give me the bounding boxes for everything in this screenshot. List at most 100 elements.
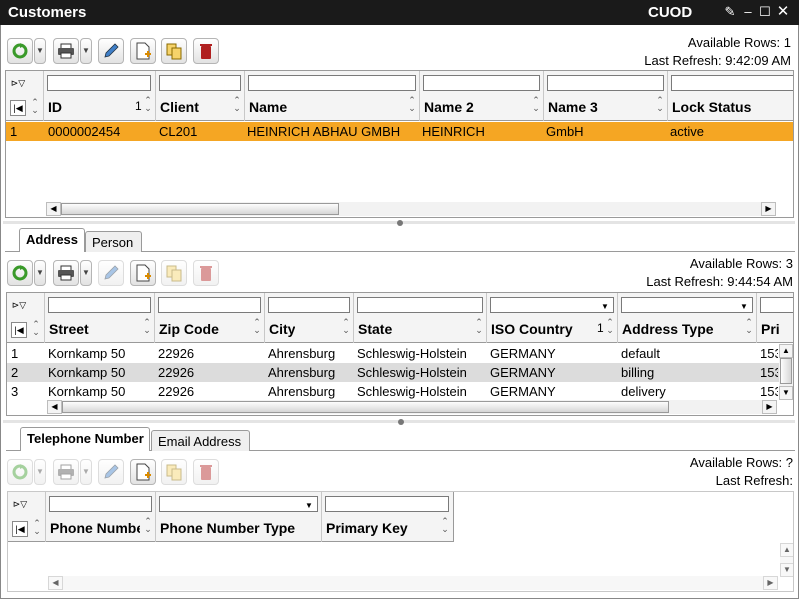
telephone-table: ⊳▽ |◀ ⌃ ⌄ Phone Numbe ⌃ ⌄ ▼ Phone Number Typ…	[7, 491, 794, 592]
filter-primary-key-input[interactable]	[325, 496, 449, 512]
minimize-icon[interactable]: –	[740, 5, 756, 19]
print-dropdown[interactable]: ▼	[80, 459, 92, 485]
refresh-button[interactable]	[7, 260, 33, 286]
table-row[interactable]: 2 Kornkamp 50 22926 Ahrensburg Schleswig…	[7, 363, 779, 382]
scroll-down-icon[interactable]: ▼	[779, 386, 793, 400]
new-button[interactable]	[130, 459, 156, 485]
copy-button[interactable]	[161, 38, 187, 64]
delete-button[interactable]	[193, 38, 219, 64]
sort-arrows-icon[interactable]: ⌃ ⌄	[144, 96, 152, 113]
customers-hscroll[interactable]: ◀ ▶	[46, 202, 776, 216]
edit-button[interactable]	[98, 459, 124, 485]
tab-person[interactable]: Person	[85, 231, 142, 252]
refresh-button[interactable]	[7, 38, 33, 64]
filter-phone-type-select[interactable]	[159, 496, 318, 512]
scroll-left-icon[interactable]: ◀	[48, 576, 63, 590]
new-button[interactable]	[130, 260, 156, 286]
scroll-down-icon[interactable]: ▼	[780, 563, 793, 577]
table-row[interactable]: 1 0000002454 CL201 HEINRICH ABHAU GMBH H…	[6, 122, 793, 141]
filter-icon[interactable]: ⊳▽	[11, 298, 27, 314]
sort-arrows-icon[interactable]: ⌃ ⌄	[33, 519, 41, 536]
scroll-up-icon[interactable]: ▲	[779, 344, 793, 358]
print-dropdown[interactable]: ▼	[80, 260, 92, 286]
header-iso-country: ▼ ISO Country 1 ⌃ ⌄	[487, 293, 618, 343]
tab-email-address[interactable]: Email Address	[151, 430, 250, 451]
filter-state-input[interactable]	[357, 297, 483, 313]
filter-name-input[interactable]	[248, 75, 416, 91]
filter-icon[interactable]: ⊳▽	[10, 76, 26, 92]
scroll-up-icon[interactable]: ▲	[780, 543, 793, 557]
filter-client-input[interactable]	[159, 75, 241, 91]
sort-arrows-icon[interactable]: ⌃ ⌄	[32, 320, 40, 337]
print-button[interactable]	[53, 260, 79, 286]
sort-arrows-icon[interactable]: ⌃ ⌄	[233, 96, 241, 113]
address-hscroll[interactable]: ◀ ▶	[47, 400, 777, 414]
sort-arrows-icon[interactable]: ⌃ ⌄	[144, 517, 152, 534]
table-row[interactable]: 1 Kornkamp 50 22926 Ahrensburg Schleswig…	[7, 344, 779, 363]
sort-arrows-icon[interactable]: ⌃ ⌄	[745, 318, 753, 335]
tab-telephone-number[interactable]: Telephone Number	[20, 427, 150, 451]
first-record-icon[interactable]: |◀	[12, 521, 28, 537]
delete-button[interactable]	[193, 459, 219, 485]
copy-icon	[166, 464, 182, 481]
sort-arrows-icon[interactable]: ⌃ ⌄	[475, 318, 483, 335]
telephone-vscroll[interactable]: ▲ ▼	[780, 543, 793, 577]
refresh-dropdown[interactable]: ▼	[34, 260, 46, 286]
pin-icon[interactable]: ✎	[722, 5, 738, 19]
filter-phone-input[interactable]	[49, 496, 152, 512]
table-row[interactable]: 3 Kornkamp 50 22926 Ahrensburg Schleswig…	[7, 382, 779, 401]
refresh-dropdown[interactable]: ▼	[34, 38, 46, 64]
address-vscroll[interactable]: ▲ ▼	[779, 344, 793, 400]
tab-address[interactable]: Address	[19, 228, 85, 252]
first-record-icon[interactable]: |◀	[11, 322, 27, 338]
filter-country-select[interactable]	[490, 297, 614, 313]
delete-button[interactable]	[193, 260, 219, 286]
sort-arrows-icon[interactable]: ⌃ ⌄	[253, 318, 261, 335]
first-record-icon[interactable]: |◀	[10, 100, 26, 116]
sort-arrows-icon[interactable]: ⌃ ⌄	[532, 96, 540, 113]
filter-pri-input[interactable]	[760, 297, 793, 313]
header-name2: Name 2 ⌃ ⌄	[420, 71, 544, 121]
filter-lock-input[interactable]	[671, 75, 793, 91]
sort-arrows-icon[interactable]: ⌃ ⌄	[408, 96, 416, 113]
scroll-thumb[interactable]	[61, 203, 339, 215]
filter-name2-input[interactable]	[423, 75, 540, 91]
print-dropdown[interactable]: ▼	[80, 38, 92, 64]
print-button[interactable]	[53, 459, 79, 485]
scroll-left-icon[interactable]: ◀	[46, 202, 61, 216]
scroll-thumb[interactable]	[780, 358, 792, 384]
edit-button[interactable]	[98, 260, 124, 286]
scroll-right-icon[interactable]: ▶	[761, 202, 776, 216]
scroll-right-icon[interactable]: ▶	[763, 576, 778, 590]
splitter-handle[interactable]	[398, 419, 404, 425]
filter-city-input[interactable]	[268, 297, 350, 313]
maximize-icon[interactable]: ☐	[757, 5, 773, 19]
scroll-right-icon[interactable]: ▶	[762, 400, 777, 414]
edit-button[interactable]	[98, 38, 124, 64]
filter-zip-input[interactable]	[158, 297, 261, 313]
new-icon	[136, 463, 151, 481]
sort-arrows-icon[interactable]: ⌃ ⌄	[606, 318, 614, 335]
new-button[interactable]	[130, 38, 156, 64]
filter-id-input[interactable]	[47, 75, 151, 91]
copy-button[interactable]	[161, 260, 187, 286]
sort-arrows-icon[interactable]: ⌃ ⌄	[143, 318, 151, 335]
splitter-handle[interactable]	[397, 220, 403, 226]
sort-arrows-icon[interactable]: ⌃ ⌄	[31, 98, 39, 115]
copy-button[interactable]	[161, 459, 187, 485]
telephone-hscroll[interactable]: ◀ ▶	[48, 576, 778, 590]
filter-street-input[interactable]	[48, 297, 151, 313]
filter-name3-input[interactable]	[547, 75, 664, 91]
close-icon[interactable]: ✕	[775, 4, 791, 19]
header-pri: Pri	[757, 293, 793, 343]
sort-arrows-icon[interactable]: ⌃ ⌄	[441, 517, 449, 534]
sort-arrows-icon[interactable]: ⌃ ⌄	[342, 318, 350, 335]
filter-type-select[interactable]	[621, 297, 753, 313]
refresh-dropdown[interactable]: ▼	[34, 459, 46, 485]
scroll-left-icon[interactable]: ◀	[47, 400, 62, 414]
scroll-thumb[interactable]	[62, 401, 669, 413]
refresh-button[interactable]	[7, 459, 33, 485]
print-button[interactable]	[53, 38, 79, 64]
sort-arrows-icon[interactable]: ⌃ ⌄	[656, 96, 664, 113]
filter-icon[interactable]: ⊳▽	[12, 497, 28, 513]
